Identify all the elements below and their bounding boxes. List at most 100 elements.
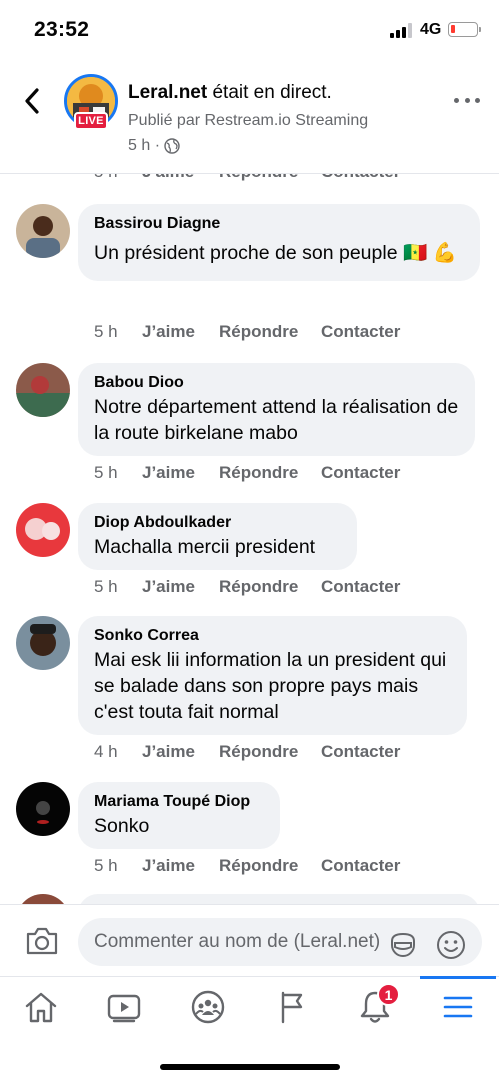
- more-dot: [475, 97, 480, 103]
- camera-button[interactable]: [24, 925, 60, 957]
- tab-pages[interactable]: [271, 987, 311, 1027]
- battery-icon: [448, 22, 478, 37]
- post-title-suffix: était en direct.: [207, 82, 332, 103]
- comment-text: Machalla mercii president: [94, 536, 316, 558]
- reply-link[interactable]: Répondre: [219, 856, 321, 876]
- contact-link[interactable]: Contacter: [321, 742, 400, 762]
- status-time: 23:52: [34, 18, 90, 41]
- video-icon: [107, 994, 141, 1023]
- contact-link[interactable]: Contacter: [321, 174, 400, 182]
- tab-video[interactable]: [104, 987, 144, 1027]
- back-button[interactable]: [16, 84, 48, 118]
- comment-time: 5 h: [94, 322, 118, 341]
- avatar[interactable]: [16, 894, 70, 904]
- post-title: Leral.net était en direct.: [128, 82, 332, 104]
- contact-link[interactable]: Contacter: [321, 577, 400, 597]
- live-badge: LIVE: [74, 112, 108, 130]
- camera-icon: [26, 927, 58, 955]
- comment-bubble[interactable]: Diop Abdoulkader Machalla mercii preside…: [78, 503, 357, 570]
- comment-author[interactable]: Diop Abdoulkader: [94, 512, 341, 534]
- avatar[interactable]: [16, 503, 70, 557]
- contact-link[interactable]: Contacter: [321, 322, 400, 342]
- avatar[interactable]: [16, 782, 70, 836]
- comment-author[interactable]: Bassirou Diagne: [94, 213, 464, 235]
- avatar[interactable]: [16, 204, 70, 258]
- comment-text: Un président proche de son peuple 🇸🇳 💪: [94, 242, 457, 264]
- contact-link[interactable]: Contacter: [321, 463, 400, 483]
- comment-time: 5 h: [94, 856, 118, 875]
- pages-flag-icon: [281, 991, 303, 1024]
- comment-text: Sonko: [94, 815, 150, 837]
- comment-bubble[interactable]: Bassirou Diagne Un président proche de s…: [78, 204, 480, 281]
- comment-actions: 5 h J’aime Répondre Contacter: [94, 856, 400, 876]
- avatar-photo: [16, 363, 70, 417]
- comment-text: Mai esk lii information la un president …: [94, 649, 447, 723]
- comment-actions: 5 h J’aime Répondre Contacter: [94, 577, 400, 597]
- comment-time: 5 h: [94, 577, 118, 596]
- home-indicator: [160, 1064, 340, 1070]
- groups-icon: [191, 990, 225, 1024]
- comment-time: 4 h: [94, 742, 118, 761]
- reply-link[interactable]: Répondre: [219, 742, 321, 762]
- more-dot: [464, 97, 470, 103]
- cellular-signal-icon: [390, 23, 414, 38]
- emoji-button[interactable]: [435, 929, 467, 961]
- comment-author[interactable]: Sonko Correa: [94, 625, 451, 647]
- more-dot: [454, 97, 459, 103]
- tab-home[interactable]: [21, 987, 61, 1027]
- comment-actions: 5 h J’aime Répondre Contacter: [94, 463, 400, 483]
- avatar-photo: [16, 782, 70, 836]
- battery-tip: [479, 27, 481, 32]
- reply-link[interactable]: Répondre: [219, 463, 321, 483]
- contact-link[interactable]: Contacter: [321, 856, 400, 876]
- reply-link[interactable]: Répondre: [219, 174, 321, 182]
- home-icon: [25, 992, 57, 1023]
- comment-actions: 5 h J’aime Répondre Contacter: [94, 322, 400, 342]
- reply-link[interactable]: Répondre: [219, 322, 321, 342]
- emoji-icon: [437, 931, 465, 959]
- like-link[interactable]: J’aime: [142, 322, 219, 342]
- post-subtitle: Publié par Restream.io Streaming: [128, 112, 369, 129]
- notification-count-badge: 1: [377, 983, 400, 1006]
- comment-time: 5 h: [94, 174, 142, 182]
- comment-bubble[interactable]: Sonko Correa Mai esk lii information la …: [78, 616, 467, 735]
- more-options-button[interactable]: [454, 92, 480, 108]
- gif-sticker-icon: [391, 932, 415, 957]
- comment-bubble[interactable]: [78, 894, 480, 904]
- avatar-photo: [16, 503, 70, 557]
- post-time: 5 h ·: [128, 137, 161, 154]
- like-link[interactable]: J'aime: [142, 174, 219, 182]
- post-meta: 5 h ·: [128, 137, 180, 155]
- comment-author[interactable]: Mariama Toupé Diop: [94, 791, 264, 813]
- sticker-button[interactable]: [387, 929, 419, 961]
- comment-author[interactable]: Babou Dioo: [94, 372, 459, 394]
- avatar-photo: [16, 204, 70, 258]
- active-tab-indicator: [420, 976, 496, 979]
- network-type: 4G: [420, 21, 442, 38]
- chevron-left-icon: [25, 88, 39, 114]
- tab-groups[interactable]: [188, 987, 228, 1027]
- like-link[interactable]: J’aime: [142, 742, 219, 762]
- avatar[interactable]: [16, 616, 70, 670]
- like-link[interactable]: J’aime: [142, 577, 219, 597]
- comment-time: 5 h: [94, 463, 118, 482]
- like-link[interactable]: J’aime: [142, 463, 219, 483]
- comment-bubble[interactable]: Babou Dioo Notre département attend la r…: [78, 363, 475, 456]
- avatar[interactable]: [16, 363, 70, 417]
- page-name-link[interactable]: Leral.net: [128, 82, 207, 103]
- partial-comment-actions: 5 h J'aime Répondre Contacter: [94, 174, 400, 182]
- comment-composer: Commenter au nom de (Leral.net): [0, 904, 499, 976]
- comment-text: Notre département attend la réalisation …: [94, 396, 459, 444]
- post-header: LIVE Leral.net était en direct. Publié p…: [0, 62, 499, 174]
- comment-bubble[interactable]: Mariama Toupé Diop Sonko: [78, 782, 280, 849]
- reply-link[interactable]: Répondre: [219, 577, 321, 597]
- comment-input[interactable]: Commenter au nom de (Leral.net): [78, 918, 482, 966]
- comment-input-placeholder: Commenter au nom de (Leral.net): [94, 931, 381, 952]
- comments-list[interactable]: 5 h J'aime Répondre Contacter Bassirou D…: [0, 174, 499, 904]
- like-link[interactable]: J’aime: [142, 856, 219, 876]
- menu-icon: [443, 996, 473, 1018]
- avatar-photo: [16, 616, 70, 670]
- comment-actions: 4 h J’aime Répondre Contacter: [94, 742, 400, 762]
- tab-menu[interactable]: [438, 987, 478, 1027]
- status-bar: 23:52 4G: [0, 0, 499, 60]
